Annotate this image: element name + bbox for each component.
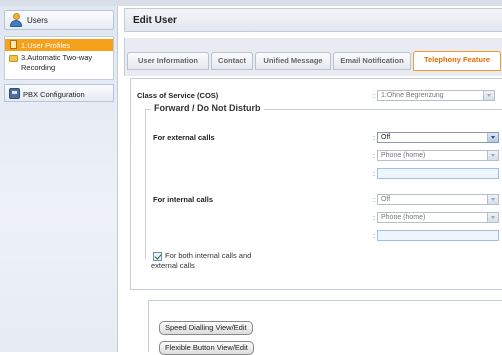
tab-unified-message[interactable]: Unified Message	[255, 52, 331, 70]
telephony-form: Class of Service (COS) : 1:Ohne Begrenzu…	[130, 78, 502, 290]
sidebar-panel: 1.User Profiles 3.Automatic Two-way Reco…	[4, 36, 114, 80]
tab-telephony-feature[interactable]: Telephony Feature	[413, 51, 501, 71]
internal-destination-select[interactable]: Phone (home)	[377, 212, 499, 223]
sidebar-header-label: Users	[27, 16, 48, 25]
sidebar-item-label: 3.Automatic Two-way Recording	[21, 53, 93, 72]
tab-email-notification[interactable]: Email Notification	[333, 52, 411, 70]
sidebar-pbx-configuration[interactable]: PBX Configuration	[4, 84, 114, 102]
pbx-label: PBX Configuration	[23, 90, 85, 99]
external-number-input[interactable]	[377, 168, 499, 179]
chevron-down-icon	[487, 151, 498, 160]
main-area: Edit User User Information Contact Unifi…	[124, 8, 502, 355]
external-calls-label: For external calls	[153, 133, 215, 142]
speed-dialling-button[interactable]: Speed Dialling View/Edit	[159, 321, 253, 335]
sidebar: Users 1.User Profiles 3.Automatic Two-wa…	[0, 6, 118, 352]
both-calls-label: For both internal calls and external cal…	[151, 251, 252, 270]
cos-select[interactable]: 1:Ohne Begrenzung	[377, 90, 495, 101]
chevron-down-icon	[487, 213, 498, 222]
sidebar-item-user-profiles[interactable]: 1.User Profiles	[5, 39, 113, 51]
flexible-button-edit-button[interactable]: Flexible Button View/Edit	[159, 341, 254, 355]
folder-icon	[9, 55, 18, 62]
chevron-down-icon	[483, 91, 494, 100]
chevron-down-icon	[487, 195, 498, 204]
pbx-icon	[9, 88, 20, 99]
chevron-down-icon	[487, 133, 498, 142]
user-icon	[9, 13, 23, 28]
page-title: Edit User	[133, 15, 177, 26]
internal-calls-label: For internal calls	[153, 195, 214, 204]
tab-contact[interactable]: Contact	[211, 52, 253, 70]
button-panel: Speed Dialling View/Edit Flexible Button…	[148, 300, 502, 355]
sidebar-header-users[interactable]: Users	[4, 10, 114, 30]
external-mode-select[interactable]: Off	[377, 132, 499, 143]
tab-user-information[interactable]: User Information	[127, 52, 209, 70]
tab-strip: User Information Contact Unified Message…	[124, 38, 502, 76]
title-bar: Edit User	[124, 8, 502, 32]
internal-number-input[interactable]	[377, 230, 499, 241]
sidebar-item-two-way-recording[interactable]: 3.Automatic Two-way Recording	[5, 53, 113, 77]
sidebar-item-label: 1.User Profiles	[21, 41, 71, 50]
document-icon	[10, 40, 17, 49]
external-destination-select[interactable]: Phone (home)	[377, 150, 499, 161]
cos-label: Class of Service (COS)	[137, 91, 219, 100]
forward-dnd-legend: Forward / Do Not Disturb	[151, 103, 264, 113]
internal-mode-select[interactable]: Off	[377, 194, 499, 205]
